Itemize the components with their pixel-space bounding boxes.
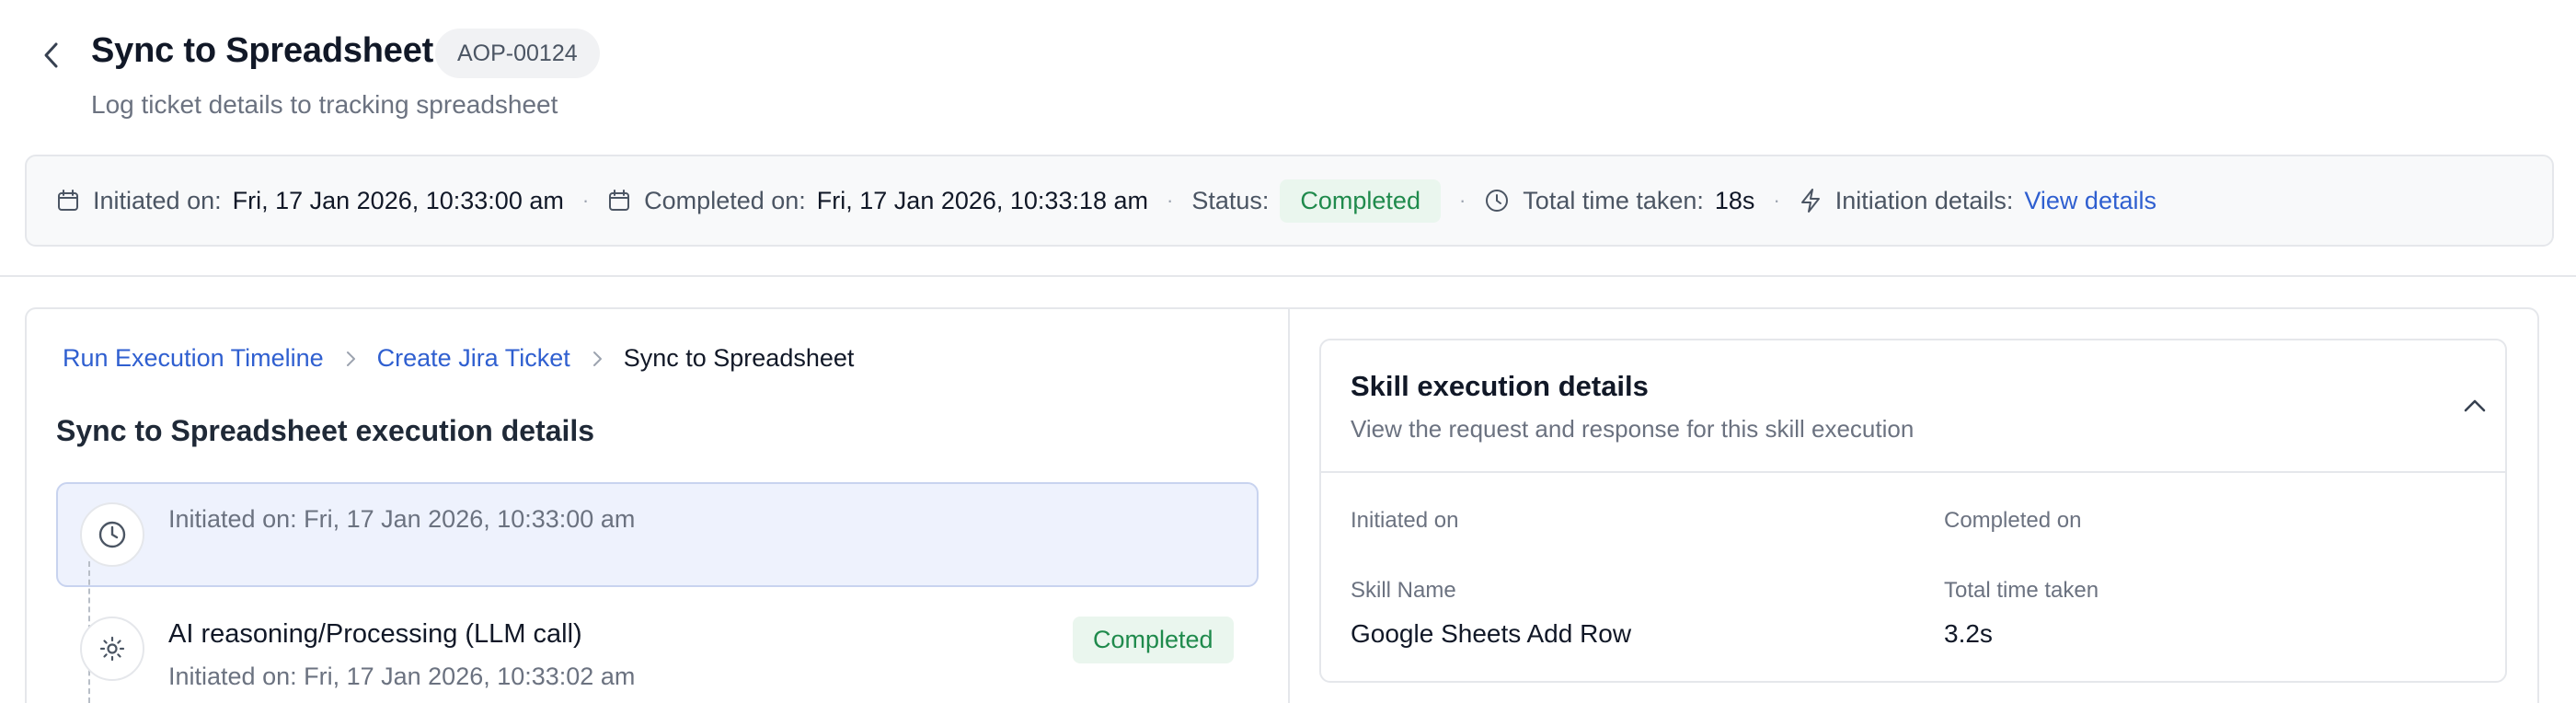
panel-divider (1288, 309, 1290, 703)
separator-dot: · (1167, 189, 1174, 212)
page-title: Sync to Spreadsheet (91, 31, 434, 70)
initiated-label: Initiated on: (93, 186, 222, 214)
skill-card-title: Skill execution details (1351, 370, 1649, 402)
field-total-time-value: 3.2s (1944, 619, 1993, 648)
skill-card-subtitle: View the request and response for this s… (1351, 415, 1915, 443)
step-status-badge: Completed (1073, 617, 1234, 663)
completed-value: Fri, 17 Jan 2026, 10:33:18 am (816, 186, 1149, 214)
status-label: Status: (1191, 186, 1270, 214)
breadcrumb-current: Sync to Spreadsheet (623, 344, 855, 372)
field-total-time-label: Total time taken (1944, 578, 2099, 603)
header-divider (0, 275, 2576, 277)
view-details-link[interactable]: View details (2024, 187, 2156, 215)
field-completed-label: Completed on (1944, 508, 2082, 533)
clock-icon (80, 502, 144, 567)
initiated-value: Fri, 17 Jan 2026, 10:33:00 am (232, 186, 564, 214)
separator-dot: · (1773, 189, 1780, 212)
calendar-icon (56, 189, 80, 213)
chevron-right-icon (344, 350, 357, 368)
field-skill-name-value: Google Sheets Add Row (1351, 619, 1632, 648)
field-skill-name-label: Skill Name (1351, 578, 1456, 603)
settings-icon (80, 617, 144, 681)
clock-icon (1484, 188, 1510, 213)
id-badge: AOP-00124 (435, 29, 600, 78)
calendar-icon (607, 189, 631, 213)
chevron-left-icon (44, 42, 58, 68)
breadcrumb-run-execution-timeline[interactable]: Run Execution Timeline (63, 344, 324, 373)
timeline-step-initiated-text: Initiated on: Fri, 17 Jan 2026, 10:33:00… (168, 505, 636, 533)
skill-card-divider (1321, 471, 2505, 473)
back-button[interactable] (33, 33, 70, 77)
separator-dot: · (581, 189, 590, 212)
execution-details-title: Sync to Spreadsheet execution details (56, 414, 595, 447)
timeline-step-title[interactable]: AI reasoning/Processing (LLM call) (168, 619, 582, 650)
chevron-up-icon (2464, 399, 2486, 412)
status-badge: Completed (1280, 179, 1441, 223)
completed-label: Completed on: (644, 186, 806, 214)
chevron-right-icon (591, 350, 604, 368)
page-subtitle: Log ticket details to tracking spreadshe… (91, 90, 558, 119)
initiation-details-label: Initiation details: (1834, 186, 2014, 214)
total-time-label: Total time taken: (1523, 186, 1704, 214)
field-initiated-label: Initiated on (1351, 508, 1459, 533)
lightning-icon (1799, 188, 1823, 213)
execution-info-bar: Initiated on: Fri, 17 Jan 2026, 10:33:00… (25, 155, 2554, 247)
total-time-value: 18s (1714, 186, 1755, 214)
timeline-step-initiated-text: Initiated on: Fri, 17 Jan 2026, 10:33:02… (168, 663, 636, 690)
separator-dot: · (1458, 189, 1466, 212)
breadcrumb: Run Execution Timeline Create Jira Ticke… (63, 344, 854, 373)
collapse-button[interactable] (2456, 390, 2493, 421)
timeline-step-initiated[interactable] (56, 482, 1259, 587)
breadcrumb-create-jira-ticket[interactable]: Create Jira Ticket (377, 344, 570, 373)
